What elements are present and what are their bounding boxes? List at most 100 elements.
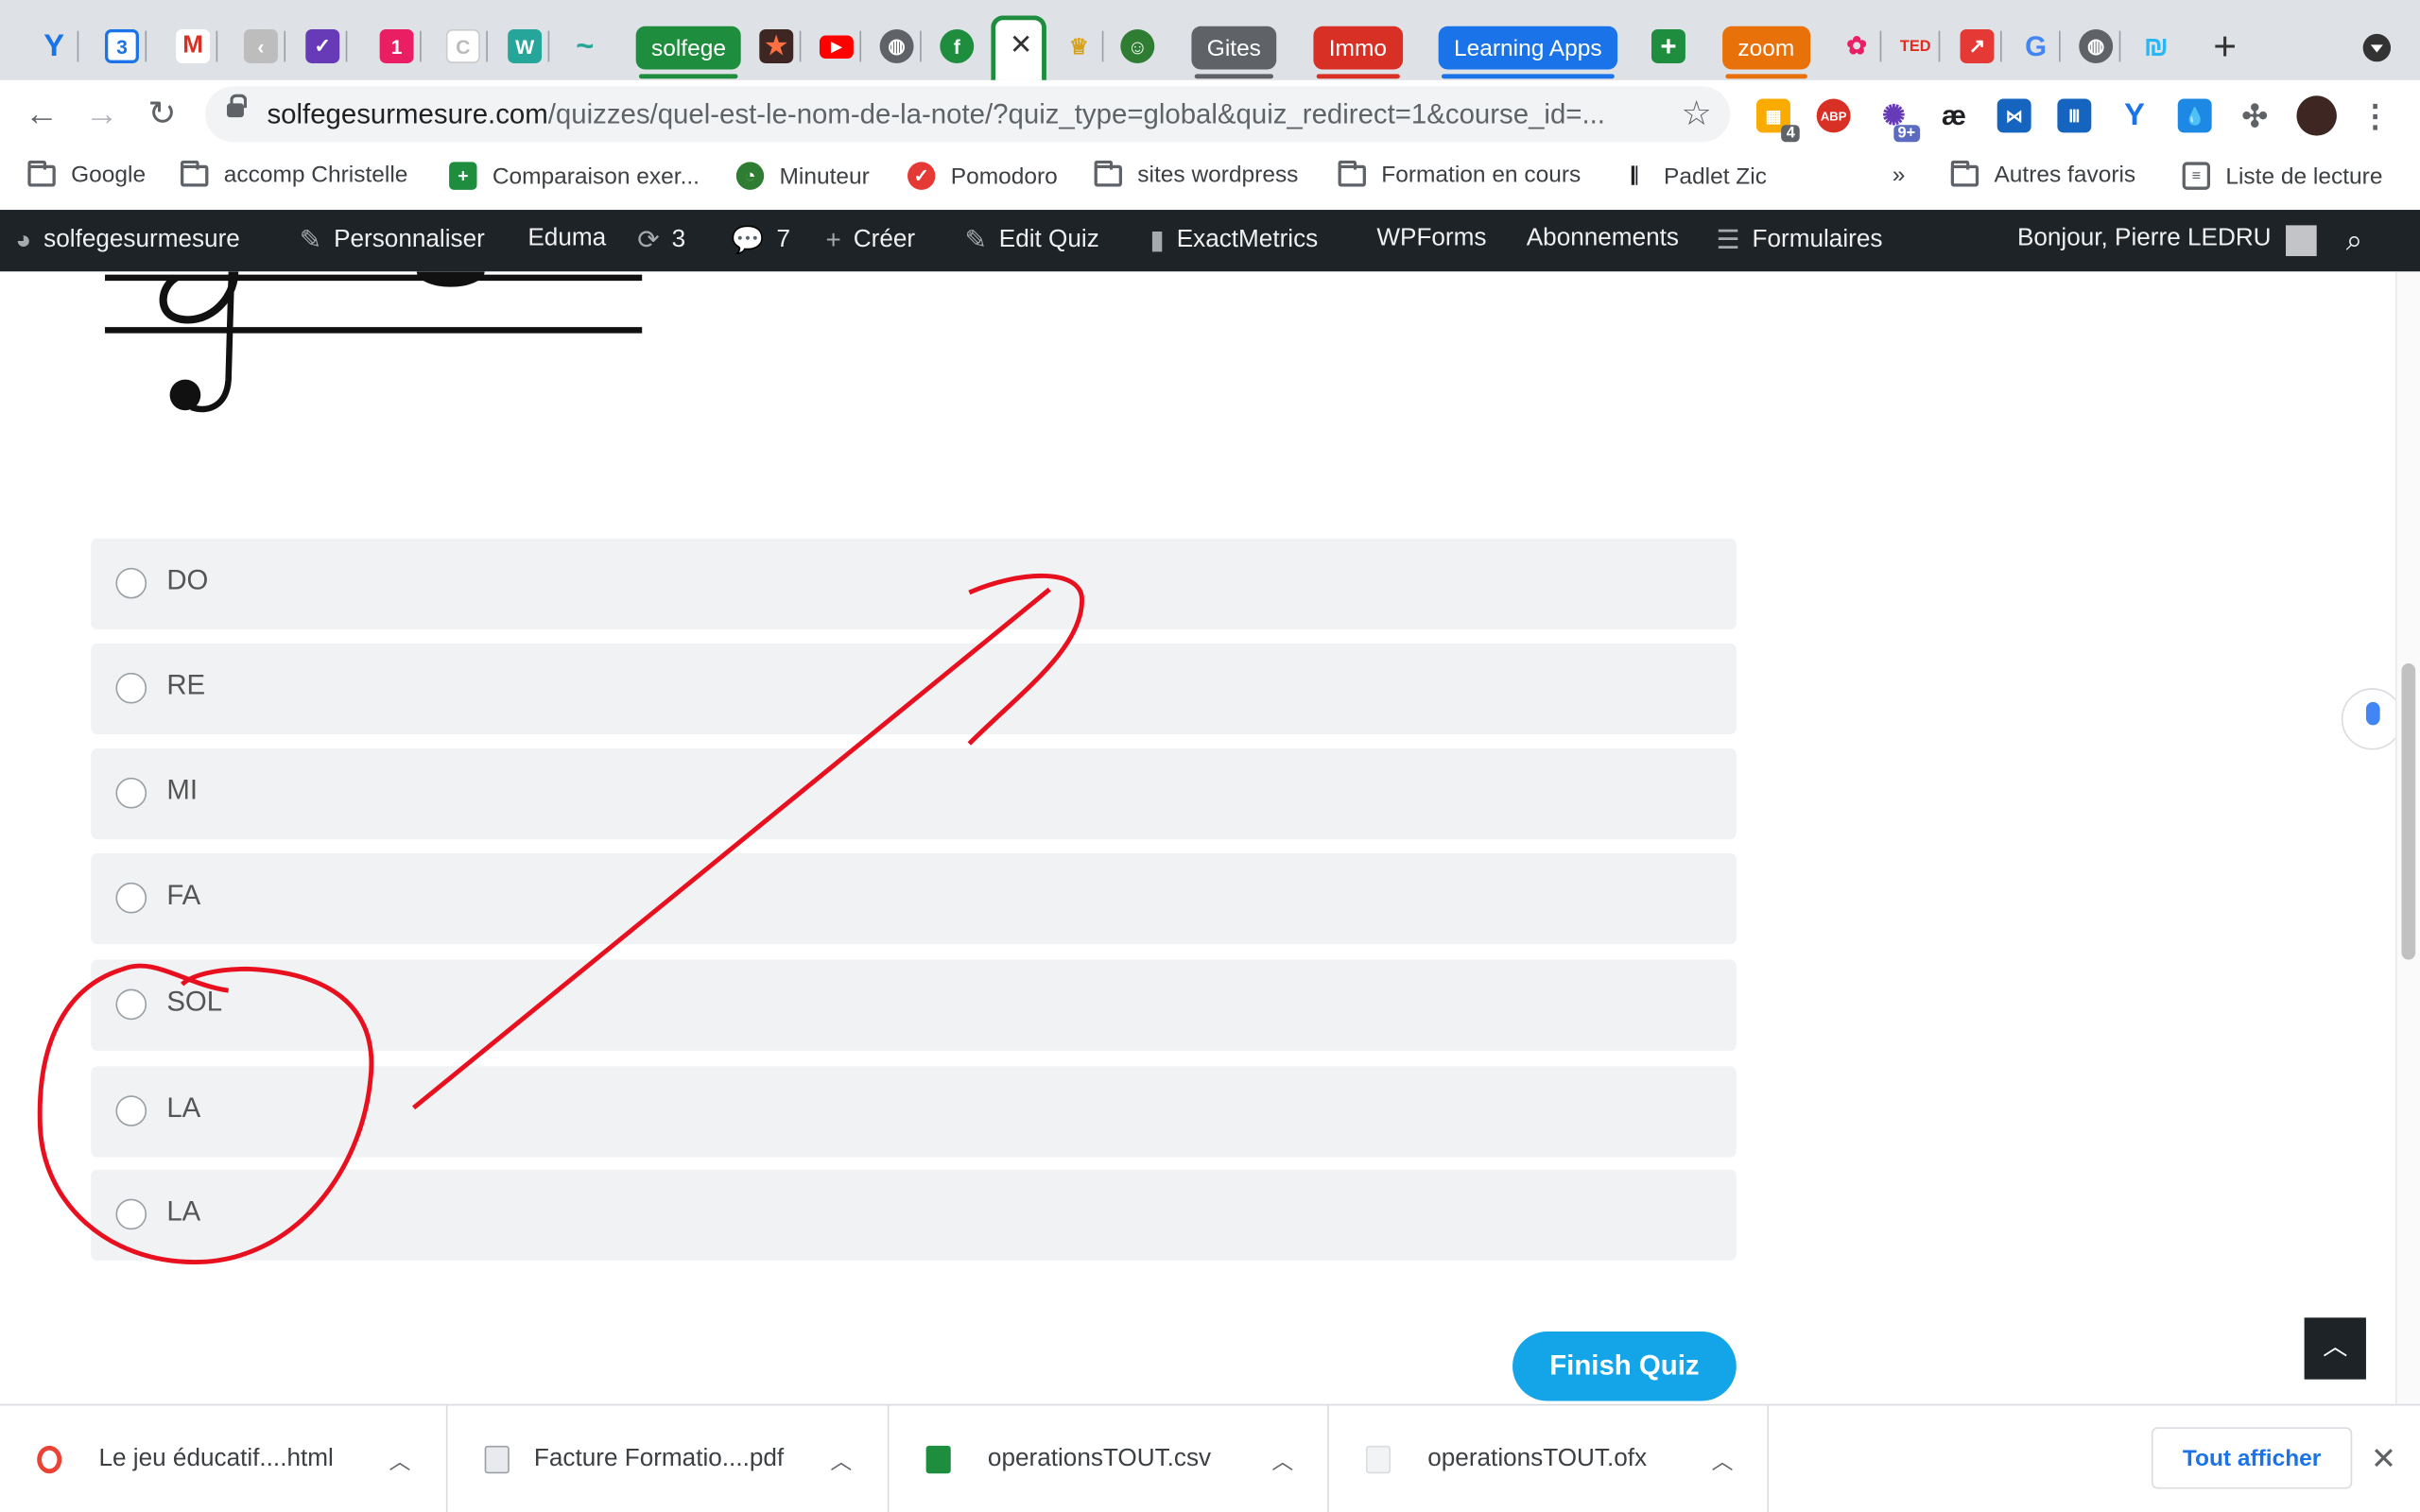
chevron-up-icon[interactable]: ︿ <box>2304 1317 2366 1380</box>
answer-option[interactable]: SOL <box>91 959 1737 1051</box>
extension-icon[interactable]: Y <box>2118 98 2152 132</box>
tab[interactable]: ◍ <box>873 15 922 77</box>
tab[interactable]: f <box>934 15 980 77</box>
tab[interactable]: ✓ <box>300 15 348 77</box>
admin-theme[interactable]: Eduma <box>527 225 606 252</box>
chevron-up-icon[interactable]: ︿ <box>389 1446 410 1477</box>
chevron-up-icon[interactable]: ︿ <box>1271 1446 1293 1477</box>
extension-icon[interactable]: ⋈ <box>1996 98 2031 133</box>
active-tab[interactable]: ✕ <box>991 15 1046 80</box>
tab[interactable]: 1 <box>373 15 422 77</box>
answer-option[interactable]: DO <box>91 538 1737 630</box>
admin-site-name[interactable]: ◕ solfegesurmesure <box>15 225 239 256</box>
answer-option[interactable]: LA <box>91 1169 1737 1261</box>
adblock-icon[interactable]: ABP <box>1816 98 1851 133</box>
extension-icon[interactable]: Ⅲ <box>2057 98 2092 133</box>
bookmark-google[interactable]: Google <box>27 159 146 188</box>
answer-option[interactable]: LA <box>91 1066 1737 1158</box>
tab[interactable]: G <box>2013 15 2061 77</box>
tab-group-zoom[interactable]: zoom <box>1722 26 1810 79</box>
download-item[interactable]: operationsTOUT.csv ︿ <box>889 1405 1329 1512</box>
bookmarks-overflow[interactable]: » <box>1893 162 1906 188</box>
admin-new[interactable]: + Créer <box>825 225 915 256</box>
answer-option[interactable]: FA <box>91 852 1737 945</box>
tab[interactable]: ♕ <box>1056 15 1104 77</box>
tab-group-immo[interactable]: Immo <box>1313 26 1403 79</box>
radio-button[interactable] <box>115 988 147 1021</box>
ae-extension-icon[interactable]: æ <box>1937 98 1971 132</box>
tab-group-solfege[interactable]: solfege <box>635 26 742 79</box>
radio-button[interactable] <box>115 1198 147 1230</box>
bookmark-formation[interactable]: Formation en cours <box>1338 159 1581 188</box>
close-icon[interactable]: ✕ <box>1010 29 1033 61</box>
tab[interactable]: ▶ <box>813 15 862 77</box>
new-tab-button[interactable]: + <box>2213 26 2237 66</box>
address-bar[interactable]: solfegesurmesure.com/quizzes/quel-est-le… <box>205 86 1731 143</box>
tab[interactable]: ✿ <box>1834 15 1882 77</box>
bookmark-other[interactable]: Autres favoris <box>1950 159 2135 188</box>
bookmark-padlet-zic[interactable]: 𝄃 Padlet Zic <box>1620 162 1767 189</box>
radio-button[interactable] <box>115 1095 147 1126</box>
url-text[interactable]: solfegesurmesure.com/quizzes/quel-est-le… <box>267 98 1605 130</box>
tab[interactable]: ~ <box>562 15 608 77</box>
radio-button[interactable] <box>115 882 147 914</box>
answer-option[interactable]: RE <box>91 643 1737 735</box>
tab[interactable]: ★ <box>753 15 802 77</box>
puzzle-icon[interactable]: ✣ <box>2238 98 2272 133</box>
tab[interactable]: Y <box>31 15 79 77</box>
download-item[interactable]: Le jeu éducatif....html ︿ <box>0 1405 448 1512</box>
tab[interactable]: + <box>1645 15 1691 77</box>
bookmark-star-icon[interactable]: ☆ <box>1681 94 1711 134</box>
tab[interactable]: 3 <box>98 15 147 77</box>
drop-extension-icon[interactable]: 💧 <box>2177 98 2212 133</box>
tab[interactable]: C <box>440 15 488 77</box>
tab-search-button[interactable] <box>2362 33 2392 62</box>
tab[interactable]: ◍ <box>2073 15 2121 77</box>
tab[interactable]: ‹ <box>237 15 286 77</box>
tab-group-learning-apps[interactable]: Learning Apps <box>1438 26 1617 79</box>
scrollbar-thumb[interactable] <box>2401 663 2416 960</box>
bookmark-comparaison[interactable]: + Comparaison exer... <box>449 162 700 190</box>
scrollbar[interactable] <box>2394 271 2420 1404</box>
extension-icon[interactable]: ✺ 9+ <box>1876 98 1921 143</box>
lock-icon[interactable] <box>227 94 248 118</box>
bookmark-minuteur[interactable]: ◔ Minuteur <box>735 162 870 190</box>
admin-subscriptions[interactable]: Abonnements <box>1527 225 1679 252</box>
bookmark-sites-wordpress[interactable]: sites wordpress <box>1094 159 1298 188</box>
tab[interactable]: M <box>170 15 218 77</box>
radio-button[interactable] <box>115 777 147 809</box>
download-item[interactable]: operationsTOUT.ofx ︿ <box>1329 1405 1770 1512</box>
close-icon[interactable]: ✕ <box>2371 1439 2396 1478</box>
admin-comments[interactable]: 💬 7 <box>732 225 790 256</box>
show-all-downloads-button[interactable]: Tout afficher <box>2151 1427 2353 1489</box>
finish-quiz-button[interactable]: Finish Quiz <box>1512 1332 1737 1401</box>
chevron-up-icon[interactable]: ︿ <box>1712 1446 1734 1477</box>
tab[interactable]: W <box>502 15 550 77</box>
radio-button[interactable] <box>115 567 147 599</box>
microphone-icon[interactable] <box>2341 688 2395 750</box>
tab[interactable]: TED <box>1893 15 1941 77</box>
tab[interactable]: ↗ <box>1954 15 2002 77</box>
admin-account[interactable]: Bonjour, Pierre LEDRU <box>2017 225 2272 252</box>
admin-exactmetrics[interactable]: ▮ ExactMetrics <box>1150 225 1318 256</box>
bookmark-pomodoro[interactable]: ✓ Pomodoro <box>908 162 1058 190</box>
radio-button[interactable] <box>115 672 147 704</box>
admin-customize[interactable]: ✎ Personnaliser <box>300 225 485 256</box>
tab-group-gites[interactable]: Gites <box>1191 26 1277 79</box>
chevron-up-icon[interactable]: ︿ <box>830 1446 852 1477</box>
answer-option[interactable]: MI <box>91 747 1737 840</box>
admin-search-icon[interactable]: ⌕ <box>2346 225 2362 259</box>
chrome-menu-icon[interactable]: ⋮ <box>2359 98 2393 133</box>
download-item[interactable]: Facture Formatio....pdf ︿ <box>447 1405 890 1512</box>
admin-edit-quiz[interactable]: ✎ Edit Quiz <box>964 225 1098 256</box>
admin-updates[interactable]: ⟳ 3 <box>637 225 685 256</box>
forward-button[interactable]: → <box>80 93 124 136</box>
tab[interactable]: ☺ <box>1115 15 1161 77</box>
extension-icon[interactable]: ▦ 4 <box>1756 98 1800 143</box>
profile-avatar[interactable] <box>2296 95 2337 136</box>
admin-forms[interactable]: ☰ Formulaires <box>1717 225 1883 256</box>
reading-list[interactable]: ≡ Liste de lecture <box>2182 162 2382 190</box>
avatar[interactable] <box>2286 225 2317 257</box>
admin-wpforms[interactable]: WPForms <box>1376 225 1486 252</box>
back-button[interactable]: ← <box>20 93 63 136</box>
